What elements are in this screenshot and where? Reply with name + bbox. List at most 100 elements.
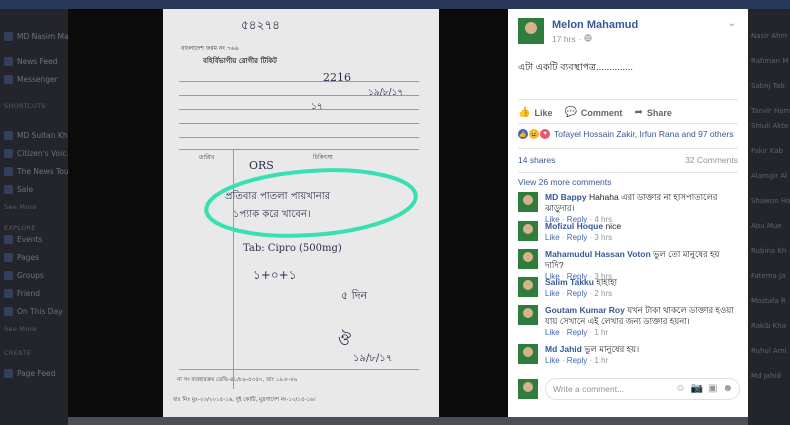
comment-time[interactable]: 2 hrs [594,289,612,298]
post-text: এটা একটি ব্যবস্থাপত্র.............. [518,62,633,73]
commenter-name[interactable]: Md Jahid [545,344,582,354]
chat-contact: Shiuli Akte [751,122,789,130]
comment-time[interactable]: 1 hr [594,328,608,337]
chevron-down-icon[interactable]: ⌄ [728,18,736,29]
sidebar-item: Sale [4,183,33,195]
commenter-avatar[interactable] [518,249,538,269]
camera-icon[interactable]: 📷 [691,383,703,394]
commenter-name[interactable]: Salim Takku [545,277,594,287]
thumbs-up-icon: 👍 [518,107,531,118]
highlight-circle [204,168,418,238]
post-time[interactable]: 17 hrs [552,34,576,44]
chat-sidebar-dimmed: Nasir Ahm Rahman M Sabnj Tab Tanvir Ham Shiu… [748,9,790,425]
comment-like-link[interactable]: Like [545,233,560,242]
comment-reply-link[interactable]: Reply [567,289,587,298]
commenter-avatar[interactable] [518,221,538,241]
divider [518,172,738,173]
current-user-avatar [518,379,538,399]
author-avatar[interactable] [518,18,544,44]
like-reaction-icon: 👍 [518,129,528,139]
post-meta: 17 hrs · [552,34,593,44]
comment-like-link[interactable]: Like [545,289,560,298]
sidebar-item-icon [4,56,13,66]
shares-count[interactable]: 14 shares [518,155,555,165]
speech-bubble-icon: 💬 [564,107,577,118]
post-author[interactable]: Melon Mahamud [552,19,638,31]
sidebar-item-icon [4,166,13,176]
sidebar-section-header: SHORTCUTS [4,102,46,110]
chat-contact: Rahman M [751,57,789,65]
sidebar-section-header: See More [4,203,37,211]
sidebar-item-icon [4,368,13,378]
chat-contact: Fakir Kab [751,147,783,155]
comment-like-link[interactable]: Like [545,328,560,337]
commenter-name[interactable]: Goutam Kumar Roy [545,305,625,315]
commenter-name[interactable]: MD Bappy [545,192,587,202]
sidebar-item: MD Sultan Kh... [4,129,75,141]
comment-time[interactable]: 3 hrs [594,233,612,242]
comment-like-link[interactable]: Like [545,356,560,365]
post-panel: Melon Mahamud 17 hrs · ⌄ এটা একটি ব্যবস্… [508,9,748,417]
sidebar-item-icon [4,252,13,262]
love-reaction-icon: ♥ [540,129,550,139]
comment-text: ভুল মানুষের হয়। [584,344,640,354]
post-photo[interactable]: ৫৪২৭৪ বাংলাদেশ ফরম নং ৭৬৬ বহির্বিভাগীয় … [68,9,508,417]
reactions-row[interactable]: 👍 😆 ♥ Tofayel Hossain Zakir, Irfun Rana … [518,129,734,139]
chat-contact: Md Jahid [751,372,781,380]
comment-button[interactable]: 💬 Comment [564,107,622,118]
emoji-icon[interactable]: ☺ [675,383,685,394]
sidebar-section-header: See More [4,325,37,333]
sidebar-section-header: EXPLORE [4,224,36,232]
sidebar-item: News Feed [4,55,58,67]
chat-contact: Fatema Ja [751,272,786,280]
highlight-ellipse [204,168,418,238]
sidebar-item-icon [4,288,13,298]
sidebar-item-icon [4,184,13,194]
write-comment-row: Write a comment... ☺ 📷 ▣ ☻ [518,378,740,400]
sidebar-item: Messenger [4,73,58,85]
chat-contact: Abu Mue [751,222,782,230]
facebook-top-bar [0,0,790,9]
commenter-name[interactable]: Mofizul Hoque [545,221,603,231]
sidebar-item: Groups [4,269,44,281]
reactions-text[interactable]: Tofayel Hossain Zakir, Irfun Rana and 97… [554,129,734,139]
sidebar-item-icon [4,74,13,84]
sidebar-item: Page Feed [4,367,55,379]
sidebar-item-icon [4,130,13,140]
view-more-comments-link[interactable]: View 26 more comments [518,177,611,187]
chat-contact: Rakib Kha [751,322,786,330]
sidebar-item: Friend [4,287,40,299]
comment-input[interactable]: Write a comment... ☺ 📷 ▣ ☻ [545,378,740,400]
chat-contact: Mostafa R [751,297,786,305]
sidebar-item-icon [4,306,13,316]
prescription-paper: ৫৪২৭৪ বাংলাদেশ ফরম নং ৭৬৬ বহির্বিভাগীয় … [163,9,439,417]
chat-contact: Shawon Ho [751,197,790,205]
post-actions: 👍 Like 💬 Comment ➦ Share [518,107,672,118]
sidebar-item-icon [4,270,13,280]
chat-contact: Sabnj Tab [751,82,785,90]
comment-reply-link[interactable]: Reply [567,356,587,365]
chat-contact: Tanvir Ham [751,107,790,115]
sticker-icon[interactable]: ☻ [722,383,733,394]
like-button[interactable]: 👍 Like [518,107,552,118]
comment-text: nice [605,221,622,231]
commenter-avatar[interactable] [518,344,538,364]
gif-icon[interactable]: ▣ [708,383,717,394]
commenter-name[interactable]: Mahamudul Hassan Voton [545,249,651,259]
sidebar-item-icon [4,234,13,244]
comment-reply-link[interactable]: Reply [567,328,587,337]
comments-count[interactable]: 32 Comments [685,155,738,165]
left-sidebar-dimmed: MD Nasim Ma... News Feed Messenger MD Sulta… [0,9,76,425]
divider [518,148,738,149]
sidebar-item-icon [4,148,13,158]
comment-input-placeholder: Write a comment... [553,384,625,394]
commenter-avatar[interactable] [518,305,538,325]
commenter-avatar[interactable] [518,277,538,297]
comment-time[interactable]: 1 hr [594,356,608,365]
comment-reply-link[interactable]: Reply [567,233,587,242]
chat-contact: Ruhul Ami [751,347,787,355]
haha-reaction-icon: 😆 [529,129,539,139]
sidebar-item: Events [4,233,42,245]
commenter-avatar[interactable] [518,192,538,212]
share-button[interactable]: ➦ Share [634,107,671,118]
